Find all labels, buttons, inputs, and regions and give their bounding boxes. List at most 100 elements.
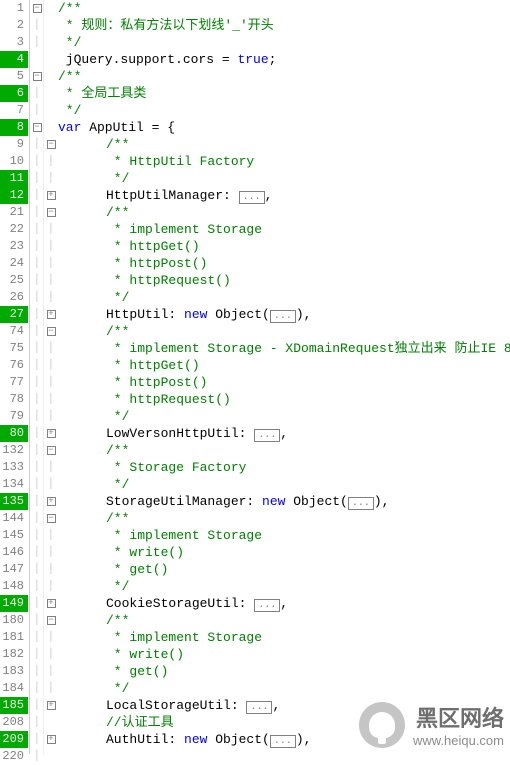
code-line[interactable]: │ */	[44, 408, 510, 425]
line-number: 1	[0, 0, 28, 17]
code-line[interactable]: +CookieStorageUtil: ...,	[44, 595, 510, 612]
line-number: 22	[0, 221, 28, 238]
code-line[interactable]: │ * httpGet()	[44, 238, 510, 255]
folded-region[interactable]: ...	[254, 599, 280, 612]
code-line[interactable]: */	[44, 102, 510, 119]
fold-column-1[interactable]: −││−││−│││││││││││││││││││││││││││││││││…	[30, 0, 44, 754]
fold-collapse-icon[interactable]: −	[47, 140, 56, 149]
code-line[interactable]: │ * implement Storage	[44, 629, 510, 646]
code-line[interactable]: │ * httpRequest()	[44, 272, 510, 289]
code-line[interactable]: │ */	[44, 289, 510, 306]
code-line[interactable]: +StorageUtilManager: new Object(...),	[44, 493, 510, 510]
line-number: 145	[0, 527, 28, 544]
code-line[interactable]: −/**	[44, 510, 510, 527]
code-line[interactable]: │ * get()	[44, 561, 510, 578]
code-line[interactable]: │ * HttpUtil Factory	[44, 153, 510, 170]
fold-expand-icon[interactable]: +	[47, 310, 56, 319]
code-line[interactable]: /**	[44, 68, 510, 85]
fold-expand-icon[interactable]: +	[47, 599, 56, 608]
line-number: 27	[0, 306, 28, 323]
code-line[interactable]: │ * httpPost()	[44, 255, 510, 272]
code-line[interactable]: * 全局工具类	[44, 85, 510, 102]
fold-collapse-icon[interactable]: −	[47, 446, 56, 455]
line-number: 9	[0, 136, 28, 153]
code-line[interactable]: │ * implement Storage	[44, 221, 510, 238]
folded-region[interactable]: ...	[254, 429, 280, 442]
line-number: 185	[0, 697, 28, 714]
code-line[interactable]: │ */	[44, 680, 510, 697]
line-number: 10	[0, 153, 28, 170]
line-number: 21	[0, 204, 28, 221]
line-number: 146	[0, 544, 28, 561]
watermark-title: 黑区网络	[413, 701, 504, 733]
code-line[interactable]: │ * httpPost()	[44, 374, 510, 391]
fold-expand-icon[interactable]: +	[47, 191, 56, 200]
code-line[interactable]: │ */	[44, 578, 510, 595]
code-line[interactable]: * 规则：私有方法以下划线'_'开头	[44, 17, 510, 34]
code-line[interactable]: │ * implement Storage	[44, 527, 510, 544]
fold-expand-icon[interactable]: +	[47, 497, 56, 506]
line-number-gutter: 1234567891011122122232425262774757677787…	[0, 0, 30, 754]
code-line[interactable]: │ * write()	[44, 544, 510, 561]
fold-collapse-icon[interactable]: −	[47, 514, 56, 523]
fold-collapse-icon[interactable]: −	[47, 616, 56, 625]
folded-region[interactable]: ...	[246, 701, 272, 714]
code-line[interactable]: │ */	[44, 476, 510, 493]
line-number: 182	[0, 646, 28, 663]
code-line[interactable]: +LowVersonHttpUtil: ...,	[44, 425, 510, 442]
code-line[interactable]: │ * implement Storage - XDomainRequest独立…	[44, 340, 510, 357]
code-line[interactable]: │ * write()	[44, 646, 510, 663]
folded-region[interactable]: ...	[270, 735, 296, 748]
line-number: 184	[0, 680, 28, 697]
line-number: 134	[0, 476, 28, 493]
code-line[interactable]: −/**	[44, 323, 510, 340]
code-line[interactable]: jQuery.support.cors = true;	[44, 51, 510, 68]
code-line[interactable]: │ * httpRequest()	[44, 391, 510, 408]
code-editor[interactable]: 1234567891011122122232425262774757677787…	[0, 0, 510, 754]
line-number: 5	[0, 68, 28, 85]
code-line[interactable]: */	[44, 34, 510, 51]
fold-collapse-icon[interactable]: −	[33, 4, 42, 13]
line-number: 26	[0, 289, 28, 306]
fold-collapse-icon[interactable]: −	[33, 123, 42, 132]
line-number: 133	[0, 459, 28, 476]
fold-collapse-icon[interactable]: −	[33, 72, 42, 81]
folded-region[interactable]: ...	[239, 191, 265, 204]
fold-expand-icon[interactable]: +	[47, 429, 56, 438]
line-number: 11	[0, 170, 28, 187]
code-line[interactable]: var AppUtil = {	[44, 119, 510, 136]
code-line[interactable]: −/**	[44, 442, 510, 459]
line-number: 75	[0, 340, 28, 357]
folded-region[interactable]: ...	[348, 497, 374, 510]
code-line[interactable]: +HttpUtil: new Object(...),	[44, 306, 510, 323]
code-line[interactable]: /**	[44, 0, 510, 17]
line-number: 80	[0, 425, 28, 442]
line-number: 180	[0, 612, 28, 629]
line-number: 77	[0, 374, 28, 391]
line-number: 79	[0, 408, 28, 425]
fold-expand-icon[interactable]: +	[47, 701, 56, 710]
line-number: 208	[0, 714, 28, 731]
line-number: 220	[0, 748, 28, 765]
fold-expand-icon[interactable]: +	[47, 735, 56, 744]
code-line[interactable]: +HttpUtilManager: ...,	[44, 187, 510, 204]
line-number: 183	[0, 663, 28, 680]
fold-collapse-icon[interactable]: −	[47, 327, 56, 336]
code-line[interactable]: −/**	[44, 136, 510, 153]
fold-collapse-icon[interactable]: −	[47, 208, 56, 217]
code-line[interactable]: −/**	[44, 612, 510, 629]
line-number: 149	[0, 595, 28, 612]
line-number: 8	[0, 119, 28, 136]
folded-region[interactable]: ...	[270, 310, 296, 323]
line-number: 148	[0, 578, 28, 595]
code-line[interactable]: │ * get()	[44, 663, 510, 680]
code-line[interactable]: │ * Storage Factory	[44, 459, 510, 476]
line-number: 76	[0, 357, 28, 374]
line-number: 78	[0, 391, 28, 408]
code-area[interactable]: /** * 规则：私有方法以下划线'_'开头 */ jQuery.support…	[44, 0, 510, 754]
code-line[interactable]: │ */	[44, 170, 510, 187]
code-line[interactable]: │ * httpGet()	[44, 357, 510, 374]
line-number: 12	[0, 187, 28, 204]
code-line[interactable]	[44, 748, 510, 765]
code-line[interactable]: −/**	[44, 204, 510, 221]
